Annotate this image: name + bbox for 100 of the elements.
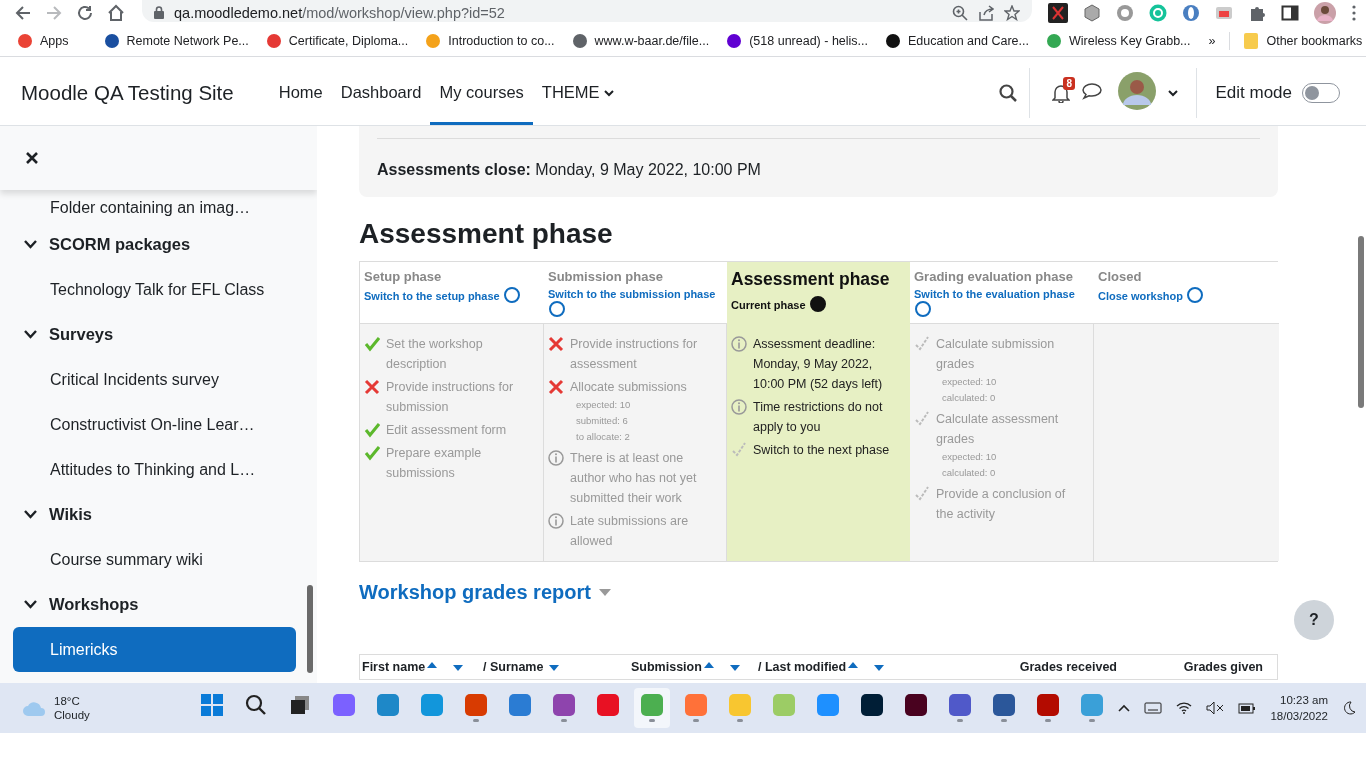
wifi-icon[interactable] — [1176, 702, 1193, 714]
search-icon[interactable] — [999, 83, 1018, 102]
chevron-up-icon[interactable] — [1118, 704, 1131, 712]
site-name[interactable]: Moodle QA Testing Site — [21, 80, 234, 105]
more-icon[interactable] — [1351, 5, 1357, 21]
info-icon — [548, 513, 564, 529]
faded-check-icon — [914, 411, 930, 427]
extension-icon[interactable] — [1182, 4, 1200, 22]
course-link[interactable]: Constructivist On-line Lear… — [13, 402, 296, 447]
report-heading[interactable]: Workshop grades report — [359, 581, 591, 604]
switch-phase-link[interactable]: Close workshop — [1098, 290, 1183, 302]
edit-mode-toggle[interactable] — [1302, 82, 1340, 103]
caret-icon[interactable] — [1168, 88, 1179, 97]
filled-circle-icon — [809, 296, 826, 312]
bookmark[interactable]: Introduction to co... — [426, 34, 555, 48]
section-heading[interactable]: SCORM packages — [13, 222, 296, 267]
column-header[interactable]: Submission — [631, 660, 702, 674]
switch-phase-link[interactable]: Switch to the setup phase — [364, 290, 500, 302]
course-link[interactable]: Critical Incidents survey — [13, 357, 296, 402]
task-text: There is at least one author who has not yet submitted their work — [570, 450, 698, 507]
edit-mode-label: Edit mode — [1215, 82, 1292, 103]
muted-speaker-icon[interactable] — [1206, 701, 1225, 715]
nav-link[interactable]: THEME — [532, 60, 623, 125]
column-header[interactable]: First name — [362, 660, 426, 674]
temperature: 18°C — [54, 694, 81, 708]
task-view-icon[interactable] — [289, 694, 311, 716]
windows-logo-icon[interactable] — [201, 694, 223, 716]
back-icon[interactable] — [14, 4, 32, 22]
zoom-icon[interactable] — [952, 4, 968, 21]
close-icon[interactable] — [26, 152, 38, 164]
check-icon — [364, 336, 380, 352]
column-header[interactable]: / Last modified — [758, 660, 847, 674]
bookmark[interactable]: Education and Care... — [886, 34, 1029, 48]
task-text: Provide instructions for submission — [386, 379, 515, 416]
bookmark[interactable]: www.w-baar.de/file... — [572, 34, 710, 48]
task-text: Late submissions are allowed — [570, 513, 690, 550]
profile-avatar-icon[interactable] — [1314, 2, 1336, 24]
cross-icon — [548, 379, 564, 395]
clock-date[interactable]: 18/03/2022 — [1270, 708, 1328, 724]
assessments-close-text: Assessments close: Monday, 9 May 2022, 10:00 PM — [377, 161, 761, 178]
bookmark[interactable]: Wireless Key Grabb... — [1046, 34, 1191, 48]
bookmark[interactable]: (518 unread) - helis... — [727, 34, 868, 48]
cube-icon[interactable] — [1083, 4, 1101, 22]
nav-link[interactable]: Home — [269, 60, 332, 125]
info-icon — [548, 450, 564, 466]
sort-down-icon[interactable] — [874, 665, 885, 671]
address-bar[interactable]: qa.moodledemo.net/mod/workshop/view.php?id=52 — [142, 0, 1032, 22]
avatar-icon[interactable] — [1118, 71, 1157, 110]
caret-icon — [603, 88, 614, 97]
task-text: Provide instructions for assessment — [570, 336, 699, 373]
sort-up-icon[interactable] — [848, 662, 859, 668]
scrollbar-thumb[interactable] — [307, 585, 313, 673]
more-bookmarks-button[interactable]: » — [1208, 34, 1216, 48]
column-header: Grades given — [1183, 660, 1263, 674]
sort-up-icon[interactable] — [703, 662, 714, 668]
sort-up-icon[interactable] — [427, 662, 438, 668]
sort-down-icon[interactable] — [729, 665, 740, 671]
phase-title: Submission phase — [548, 269, 664, 284]
home-icon[interactable] — [107, 4, 125, 22]
column-header[interactable]: / Surname — [483, 660, 544, 674]
reload-icon[interactable] — [76, 4, 94, 22]
faded-check-icon — [914, 336, 930, 352]
task-text: Switch to the next phase — [753, 442, 890, 459]
section-heading[interactable]: Workshops — [13, 582, 296, 627]
star-icon[interactable] — [1004, 4, 1020, 21]
course-link[interactable]: Attitudes to Thinking and L… — [13, 447, 296, 492]
course-link[interactable]: Course summary wiki — [13, 537, 296, 582]
switch-phase-link[interactable]: Switch to the submission phase — [548, 288, 716, 300]
side-panel-icon[interactable] — [1281, 4, 1299, 22]
course-link[interactable]: Technology Talk for EFL Class — [13, 267, 296, 312]
extension-icon[interactable] — [1048, 3, 1068, 23]
task-detail: calculated: 0 — [941, 466, 997, 480]
extension-icon[interactable] — [1116, 4, 1134, 22]
phase-title: Grading evaluation phase — [914, 269, 1074, 284]
bookmark[interactable]: Certificate, Diploma... — [266, 34, 409, 48]
chat-icon[interactable] — [1082, 81, 1103, 100]
sort-down-icon[interactable] — [549, 665, 560, 671]
task-detail: expected: 10 — [941, 450, 998, 464]
help-button[interactable]: ? — [1294, 600, 1334, 640]
faded-check-icon — [914, 486, 930, 502]
switch-phase-link[interactable]: Switch to the evaluation phase — [914, 288, 1075, 300]
puzzle-icon[interactable] — [1248, 4, 1266, 22]
section-heading[interactable]: Surveys — [13, 312, 296, 357]
course-link[interactable]: Limericks — [13, 627, 296, 672]
bookmark[interactable]: Remote Network Pe... — [104, 34, 249, 48]
search-icon[interactable] — [245, 694, 267, 716]
share-icon[interactable] — [978, 4, 994, 21]
sort-down-icon[interactable] — [453, 665, 464, 671]
keyboard-icon[interactable] — [1144, 702, 1163, 714]
bookmark[interactable]: Apps — [18, 34, 69, 48]
bookmark-folder[interactable]: Other bookmarks — [1244, 33, 1363, 49]
extension-icon[interactable] — [1215, 4, 1233, 22]
nav-link[interactable]: Dashboard — [331, 60, 431, 125]
phase-title: Closed — [1098, 269, 1143, 284]
section-heading[interactable]: Wikis — [13, 492, 296, 537]
moon-icon[interactable] — [1342, 701, 1356, 715]
course-link[interactable]: Folder containing an imag… — [13, 192, 296, 224]
clock-time[interactable]: 10:23 am — [1270, 692, 1328, 708]
scrollbar-thumb[interactable] — [1358, 236, 1364, 408]
battery-icon[interactable] — [1238, 702, 1257, 714]
